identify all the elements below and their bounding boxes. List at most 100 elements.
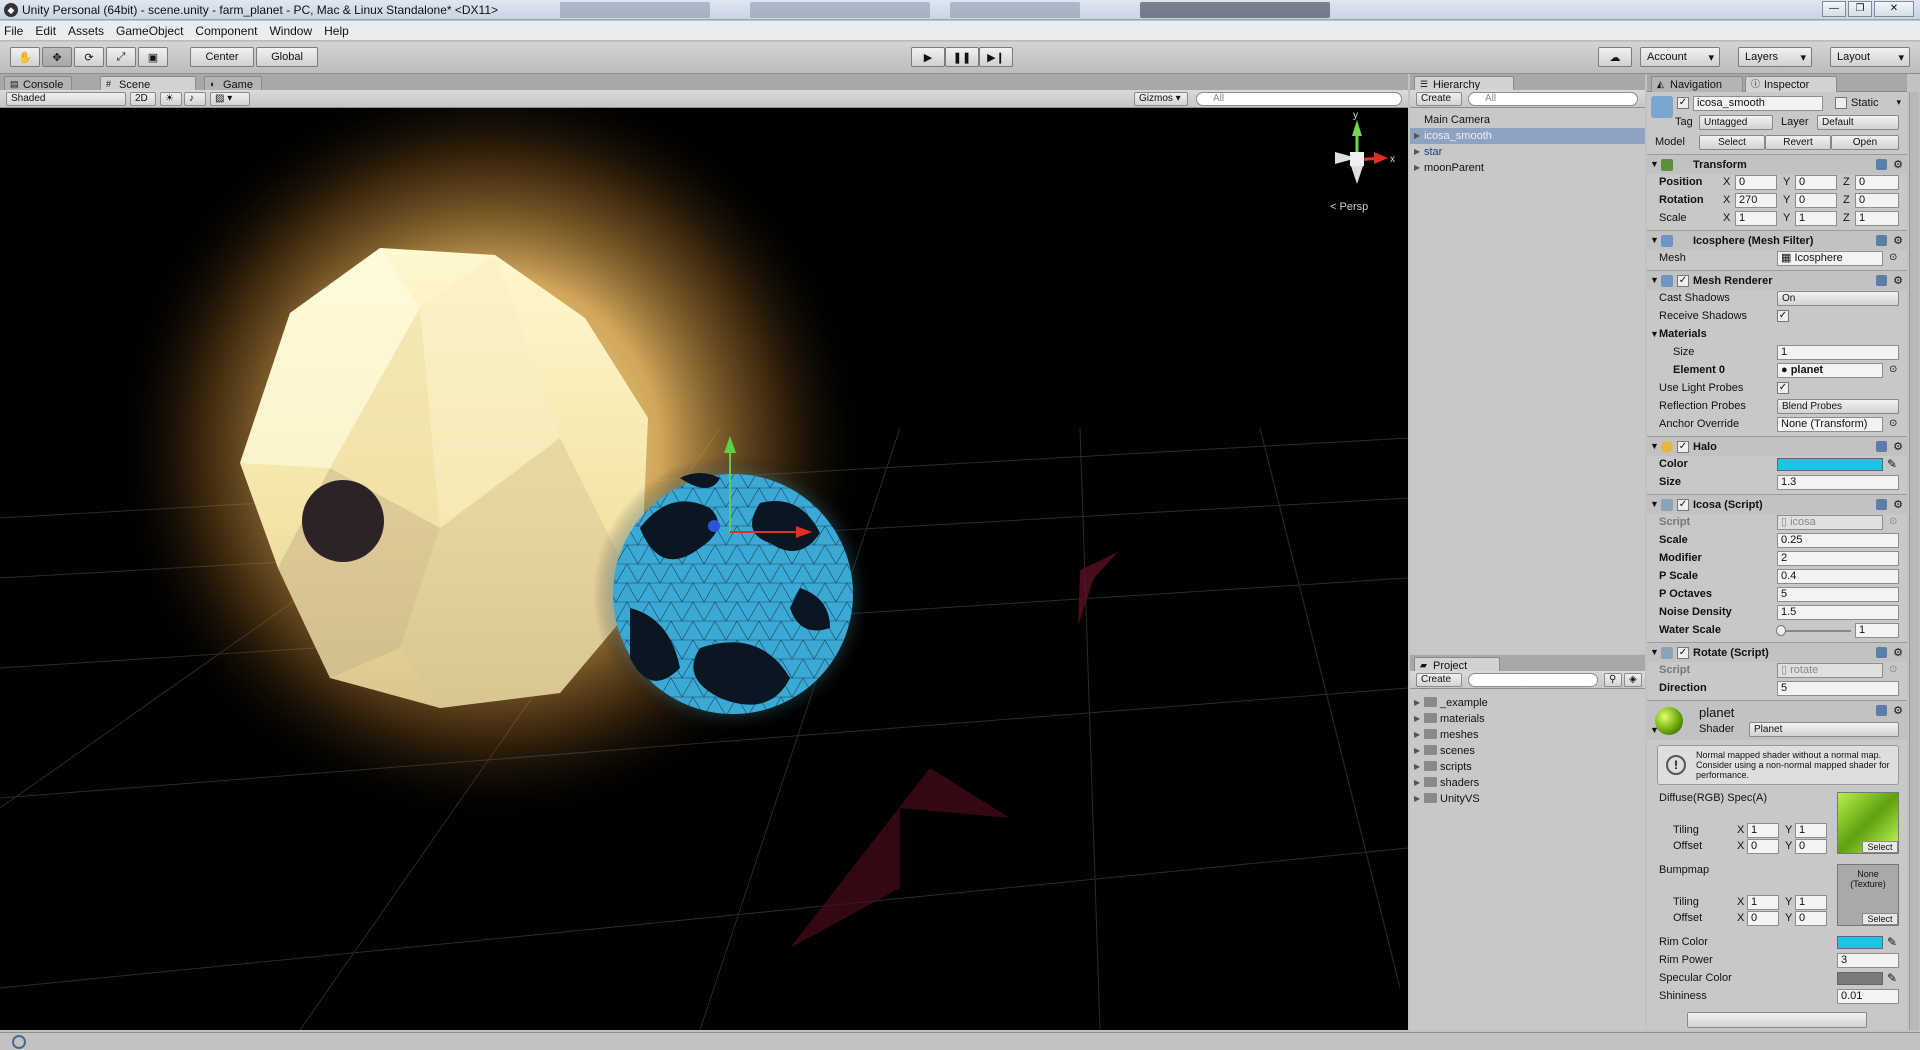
- expand-arrow-icon[interactable]: ▶: [1414, 791, 1420, 807]
- shading-mode-dropdown[interactable]: Shaded: [6, 92, 126, 106]
- rotate-tool-icon[interactable]: ⟳: [74, 47, 104, 67]
- halo-color-swatch[interactable]: [1777, 458, 1883, 471]
- icosa-modifier-field[interactable]: 2: [1777, 551, 1899, 566]
- hierarchy-item-main-camera[interactable]: Main Camera: [1410, 112, 1645, 128]
- play-icon[interactable]: ▶: [911, 47, 945, 67]
- menu-help[interactable]: Help: [324, 24, 349, 38]
- icosa-enabled-checkbox[interactable]: ✓: [1677, 499, 1689, 511]
- bump-offset-x-field[interactable]: 0: [1747, 911, 1779, 926]
- direction-field[interactable]: 5: [1777, 681, 1899, 696]
- expand-arrow-icon[interactable]: ▶: [1414, 128, 1420, 144]
- tab-navigation[interactable]: ◭ Navigation: [1651, 76, 1743, 92]
- help-icon[interactable]: [1876, 441, 1887, 452]
- rotation-y-field[interactable]: 0: [1795, 193, 1837, 208]
- layout-dropdown[interactable]: Layout ▾: [1830, 47, 1910, 67]
- collapse-arrow-icon[interactable]: ▼: [1650, 441, 1659, 451]
- reflection-probes-dropdown[interactable]: Blend Probes: [1777, 399, 1899, 414]
- object-picker-icon[interactable]: ⊙: [1889, 252, 1897, 263]
- collapse-arrow-icon[interactable]: ▼: [1650, 725, 1659, 735]
- layers-dropdown[interactable]: Layers ▾: [1738, 47, 1812, 67]
- position-z-field[interactable]: 0: [1855, 175, 1899, 190]
- add-component-button[interactable]: [1687, 1012, 1867, 1028]
- scale-z-field[interactable]: 1: [1855, 211, 1899, 226]
- receive-shadows-checkbox[interactable]: ✓: [1777, 310, 1789, 322]
- audio-icon[interactable]: ♪: [184, 92, 206, 106]
- expand-arrow-icon[interactable]: ▶: [1414, 759, 1420, 775]
- expand-arrow-icon[interactable]: ▶: [1414, 160, 1420, 176]
- pivot-center-button[interactable]: Center: [190, 47, 254, 67]
- gear-icon[interactable]: ⚙: [1893, 646, 1903, 659]
- bump-offset-y-field[interactable]: 0: [1795, 911, 1827, 926]
- close-button[interactable]: ✕: [1874, 1, 1914, 17]
- collapse-arrow-icon[interactable]: ▼: [1650, 235, 1659, 245]
- project-search-input[interactable]: [1468, 673, 1598, 687]
- help-icon[interactable]: [1876, 705, 1887, 716]
- menu-component[interactable]: Component: [195, 24, 257, 38]
- rim-color-swatch[interactable]: [1837, 936, 1883, 949]
- project-folder-scenes[interactable]: ▶ scenes: [1410, 743, 1645, 759]
- scene-viewport[interactable]: x y < Persp: [0, 108, 1408, 1030]
- help-icon[interactable]: [1876, 159, 1887, 170]
- move-tool-icon[interactable]: ✥: [42, 47, 72, 67]
- menu-window[interactable]: Window: [269, 24, 312, 38]
- object-picker-icon[interactable]: ⊙: [1889, 364, 1897, 375]
- orientation-gizmo[interactable]: x y: [1335, 110, 1395, 184]
- collapse-arrow-icon[interactable]: ▼: [1650, 329, 1659, 339]
- hierarchy-item-star[interactable]: ▶ star: [1410, 144, 1645, 160]
- gear-icon[interactable]: ⚙: [1893, 498, 1903, 511]
- light-probes-checkbox[interactable]: ✓: [1777, 382, 1789, 394]
- menu-edit[interactable]: Edit: [35, 24, 56, 38]
- tag-dropdown[interactable]: Untagged: [1699, 115, 1773, 130]
- mesh-field[interactable]: ▦ Icosphere: [1777, 251, 1883, 266]
- halo-enabled-checkbox[interactable]: ✓: [1677, 441, 1689, 453]
- rim-power-field[interactable]: 3: [1837, 953, 1899, 968]
- collapse-arrow-icon[interactable]: ▼: [1650, 499, 1659, 509]
- static-dropdown-icon[interactable]: ▾: [1896, 97, 1901, 108]
- project-folder-unityvs[interactable]: ▶ UnityVS: [1410, 791, 1645, 807]
- filter-type-icon[interactable]: ⚲: [1604, 673, 1622, 687]
- project-create-dropdown[interactable]: Create ▾: [1416, 673, 1462, 697]
- static-checkbox[interactable]: [1835, 97, 1847, 109]
- hierarchy-create-dropdown[interactable]: Create ▾: [1416, 92, 1462, 116]
- water-scale-slider-thumb[interactable]: [1775, 625, 1786, 636]
- water-scale-track[interactable]: [1777, 630, 1851, 632]
- gear-icon[interactable]: ⚙: [1893, 440, 1903, 453]
- eyedropper-icon[interactable]: ✎: [1887, 971, 1897, 985]
- gear-icon[interactable]: ⚙: [1893, 274, 1903, 287]
- water-scale-field[interactable]: 1: [1855, 623, 1899, 638]
- collapse-arrow-icon[interactable]: ▼: [1650, 275, 1659, 285]
- project-folder-shaders[interactable]: ▶ shaders: [1410, 775, 1645, 791]
- bump-tiling-x-field[interactable]: 1: [1747, 895, 1779, 910]
- scale-tool-icon[interactable]: ⤢: [106, 47, 136, 67]
- eyedropper-icon[interactable]: ✎: [1887, 935, 1897, 949]
- hierarchy-search-input[interactable]: All: [1468, 92, 1638, 106]
- gizmos-dropdown[interactable]: Gizmos ▾: [1134, 92, 1188, 106]
- specular-color-swatch[interactable]: [1837, 972, 1883, 985]
- step-icon[interactable]: ▶❙: [979, 47, 1013, 67]
- rotation-x-field[interactable]: 270: [1735, 193, 1777, 208]
- transform-header[interactable]: ▼ Transform ⚙: [1647, 154, 1907, 174]
- expand-arrow-icon[interactable]: ▶: [1414, 775, 1420, 791]
- project-folder-meshes[interactable]: ▶ meshes: [1410, 727, 1645, 743]
- anchor-override-field[interactable]: None (Transform): [1777, 417, 1883, 432]
- diffuse-tiling-y-field[interactable]: 1: [1795, 823, 1827, 838]
- gear-icon[interactable]: ⚙: [1893, 234, 1903, 247]
- icosa-pscale-field[interactable]: 0.4: [1777, 569, 1899, 584]
- pivot-global-button[interactable]: Global: [256, 47, 318, 67]
- mesh-filter-header[interactable]: ▼ Icosphere (Mesh Filter) ⚙: [1647, 230, 1907, 250]
- pause-icon[interactable]: ❚❚: [945, 47, 979, 67]
- eyedropper-icon[interactable]: ✎: [1887, 457, 1897, 471]
- gear-icon[interactable]: ⚙: [1893, 704, 1903, 717]
- account-dropdown[interactable]: Account ▾: [1640, 47, 1720, 67]
- hand-tool-icon[interactable]: ✋: [10, 47, 40, 67]
- position-x-field[interactable]: 0: [1735, 175, 1777, 190]
- cloud-icon[interactable]: ☁: [1598, 47, 1632, 67]
- expand-arrow-icon[interactable]: ▶: [1414, 711, 1420, 727]
- project-folder-example[interactable]: ▶ _example: [1410, 695, 1645, 711]
- collapse-arrow-icon[interactable]: ▼: [1650, 647, 1659, 657]
- icosa-poctaves-field[interactable]: 5: [1777, 587, 1899, 602]
- halo-size-field[interactable]: 1.3: [1777, 475, 1899, 490]
- help-icon[interactable]: [1876, 647, 1887, 658]
- diffuse-offset-x-field[interactable]: 0: [1747, 839, 1779, 854]
- model-select-button[interactable]: Select: [1699, 135, 1765, 150]
